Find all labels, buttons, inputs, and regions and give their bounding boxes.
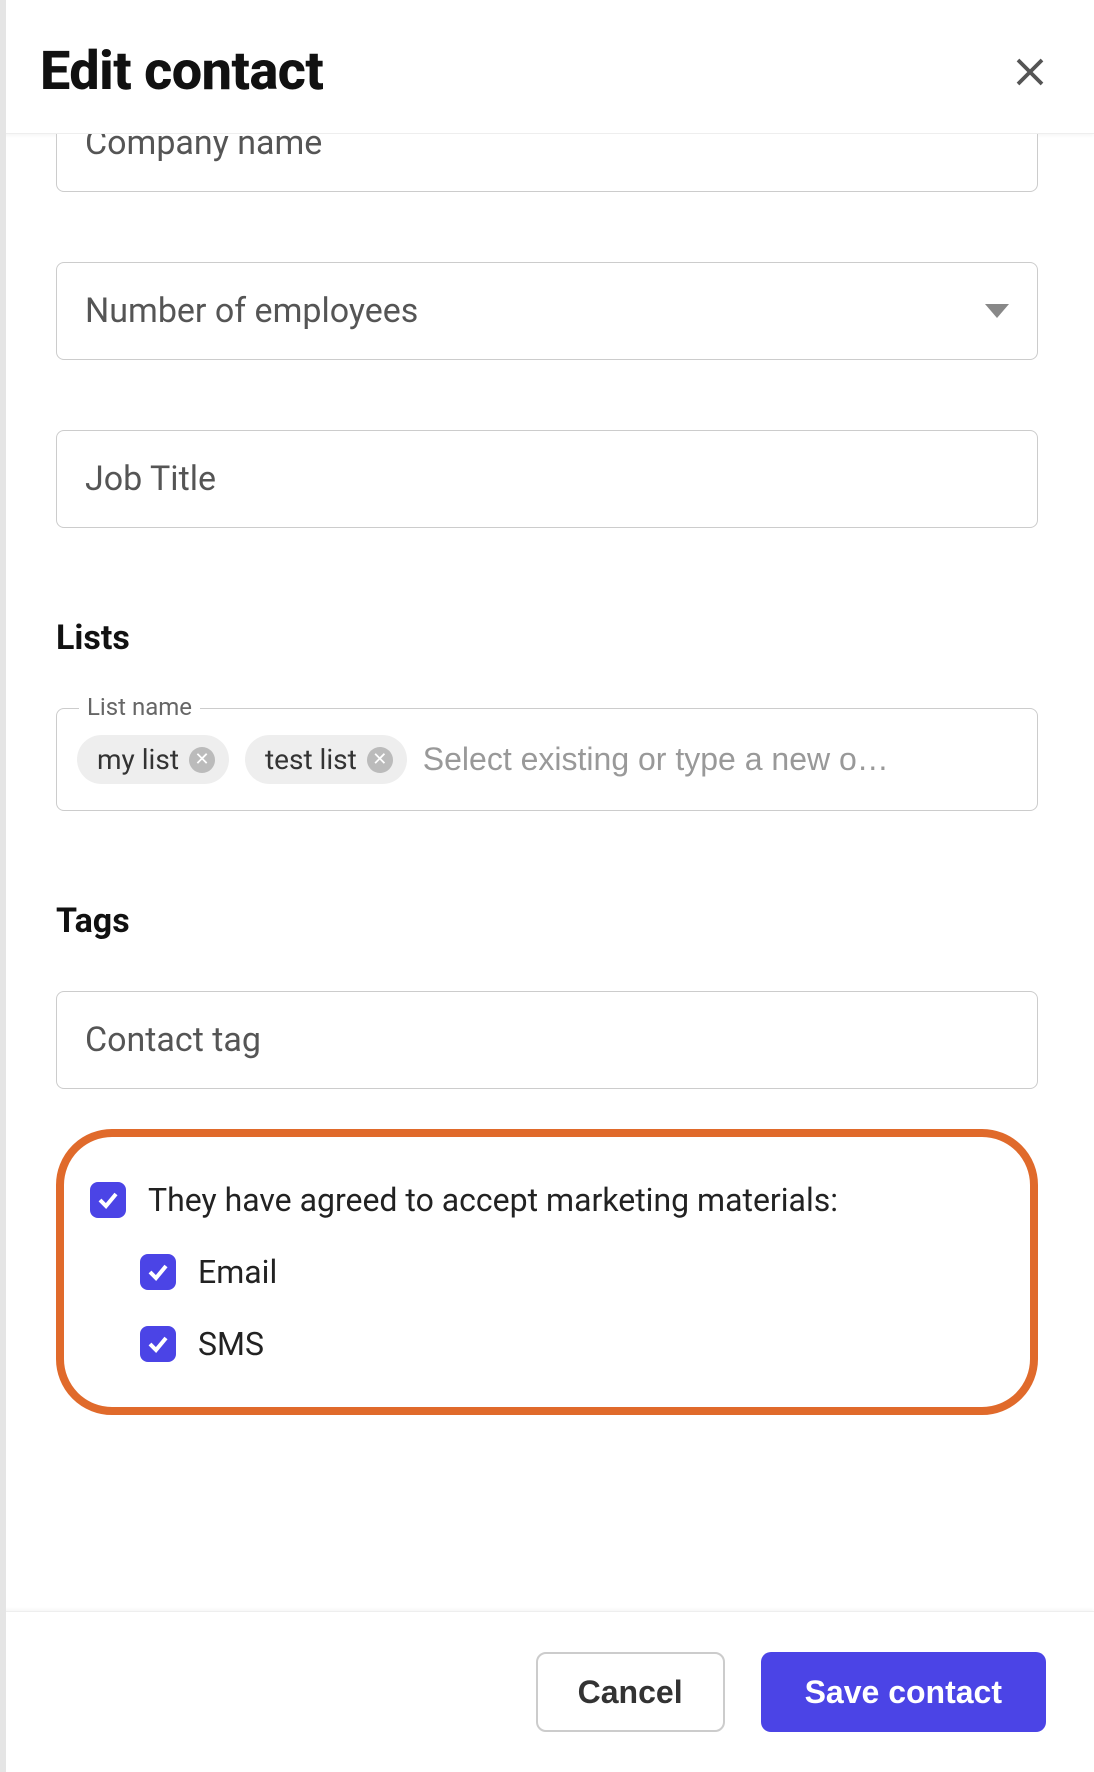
list-chip-label: my list: [97, 743, 179, 776]
cancel-button[interactable]: Cancel: [536, 1652, 725, 1732]
modal-body: Company name Number of employees Job Tit…: [0, 134, 1094, 1611]
company-name-field[interactable]: Company name: [56, 134, 1038, 192]
list-chip: my list ✕: [77, 735, 229, 784]
consent-main-label: They have agreed to accept marketing mat…: [148, 1181, 838, 1219]
modal-header: Edit contact: [0, 0, 1094, 134]
consent-highlight: They have agreed to accept marketing mat…: [56, 1129, 1038, 1415]
list-name-input[interactable]: [423, 741, 1017, 778]
page-title: Edit contact: [40, 40, 323, 103]
company-name-placeholder: Company name: [85, 134, 322, 163]
check-icon: [146, 1260, 170, 1284]
contact-tag-placeholder: Contact tag: [85, 1020, 261, 1060]
contact-tag-field[interactable]: Contact tag: [56, 991, 1038, 1089]
consent-sms-checkbox[interactable]: [140, 1326, 176, 1362]
job-title-placeholder: Job Title: [85, 459, 216, 499]
consent-email-label: Email: [198, 1253, 277, 1291]
close-button[interactable]: [1006, 48, 1054, 96]
remove-chip-icon[interactable]: ✕: [367, 747, 393, 773]
consent-email-checkbox[interactable]: [140, 1254, 176, 1290]
list-chip: test list ✕: [245, 735, 407, 784]
close-icon: [1012, 54, 1048, 90]
check-icon: [96, 1188, 120, 1212]
list-name-label: List name: [79, 693, 200, 721]
consent-sms-label: SMS: [198, 1325, 264, 1363]
employees-placeholder: Number of employees: [85, 291, 418, 331]
remove-chip-icon[interactable]: ✕: [189, 747, 215, 773]
employees-select[interactable]: Number of employees: [56, 262, 1038, 360]
check-icon: [146, 1332, 170, 1356]
list-chip-label: test list: [265, 743, 357, 776]
list-name-field[interactable]: List name my list ✕ test list ✕: [56, 708, 1038, 811]
save-contact-button[interactable]: Save contact: [761, 1652, 1046, 1732]
job-title-field[interactable]: Job Title: [56, 430, 1038, 528]
tags-heading: Tags: [56, 901, 1038, 941]
lists-heading: Lists: [56, 618, 1038, 658]
chevron-down-icon: [985, 304, 1009, 318]
modal-footer: Cancel Save contact: [0, 1611, 1094, 1772]
consent-main-checkbox[interactable]: [90, 1182, 126, 1218]
